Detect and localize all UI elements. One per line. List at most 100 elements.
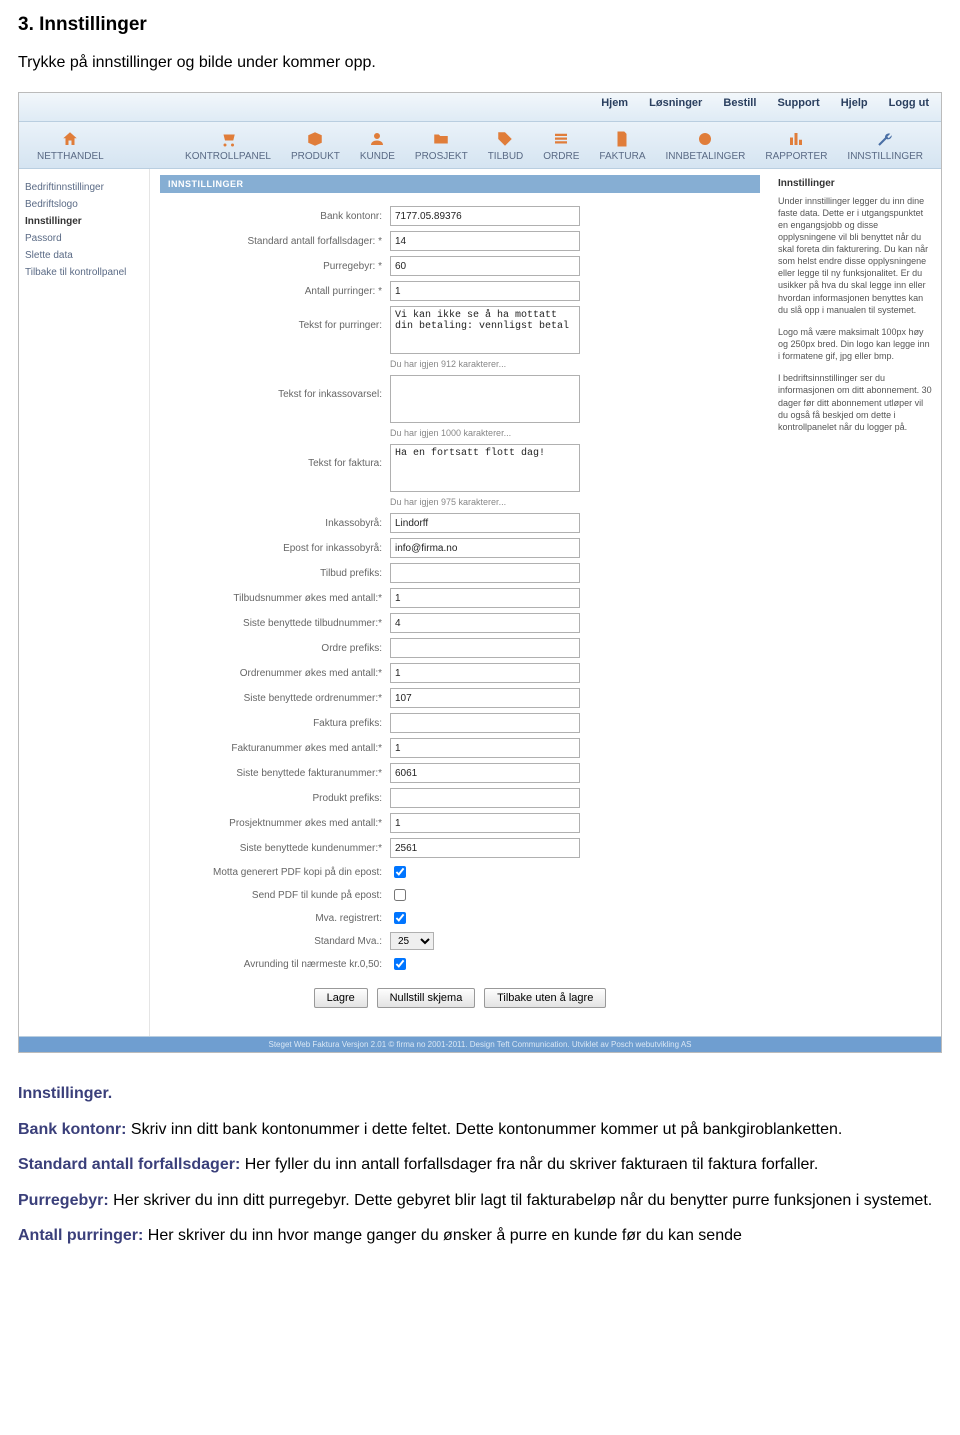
input-ordreprefiks[interactable] [390, 638, 580, 658]
lagre-button[interactable]: Lagre [314, 988, 368, 1008]
input-ordreokes[interactable] [390, 663, 580, 683]
document-icon [613, 130, 631, 148]
tilbake-button[interactable]: Tilbake uten å lagre [484, 988, 606, 1008]
center-panel: INNSTILLINGER Bank kontonr: Standard ant… [150, 169, 770, 1036]
topnav-support[interactable]: Support [777, 97, 819, 109]
nav-netthandel[interactable]: NETTHANDEL [27, 128, 114, 164]
topnav-losninger[interactable]: Løsninger [649, 97, 702, 109]
topnav-loggut[interactable]: Logg ut [889, 97, 929, 109]
input-produktprefiks[interactable] [390, 788, 580, 808]
app-screenshot: Hjem Løsninger Bestill Support Hjelp Log… [18, 92, 942, 1053]
input-tilbudokes[interactable] [390, 588, 580, 608]
hint-tekstfaktura: Du har igjen 975 karakterer... [390, 497, 748, 507]
label-avrunding: Avrunding til nærmeste kr.0,50: [172, 959, 390, 970]
checkbox-pdfkopi[interactable] [394, 866, 406, 878]
top-menu: Hjem Løsninger Bestill Support Hjelp Log… [19, 93, 941, 122]
sidebar-item-tilbake[interactable]: Tilbake til kontrollpanel [25, 264, 143, 281]
sidebar-item-innstillinger[interactable]: Innstillinger [25, 213, 143, 230]
nav-produkt[interactable]: PRODUKT [281, 128, 350, 164]
input-sistefaktura[interactable] [390, 763, 580, 783]
right-p1: Under innstillinger legger du inn dine f… [778, 195, 933, 316]
nav-tilbud[interactable]: TILBUD [478, 128, 534, 164]
nav-kunde[interactable]: KUNDE [350, 128, 405, 164]
tag-icon [496, 130, 514, 148]
label-stdmva: Standard Mva.: [172, 936, 390, 947]
nullstill-button[interactable]: Nullstill skjema [377, 988, 476, 1008]
input-prosjektokes[interactable] [390, 813, 580, 833]
label-mvareg: Mva. registrert: [172, 913, 390, 924]
input-tilbudprefiks[interactable] [390, 563, 580, 583]
label-produktprefiks: Produkt prefiks: [172, 793, 390, 804]
nav-label: FAKTURA [599, 151, 645, 162]
label-inkassovarsel: Tekst for inkassovarsel: [172, 375, 390, 400]
hint-tekstpurringer: Du har igjen 912 karakterer... [390, 359, 748, 369]
topnav-bestill[interactable]: Bestill [723, 97, 756, 109]
nav-ordre[interactable]: ORDRE [533, 128, 589, 164]
nav-label: PROSJEKT [415, 151, 468, 162]
label-prosjektokes: Prosjektnummer økes med antall:* [172, 818, 390, 829]
label-tekstfaktura: Tekst for faktura: [172, 444, 390, 469]
label-fakturaprefiks: Faktura prefiks: [172, 718, 390, 729]
sidebar-item-bedriftinnstillinger[interactable]: Bedriftinnstillinger [25, 179, 143, 196]
label-sistekunde: Siste benyttede kundenummer:* [172, 843, 390, 854]
label-tekstpurringer: Tekst for purringer: [172, 306, 390, 331]
checkbox-avrunding[interactable] [394, 958, 406, 970]
input-epostinkasso[interactable] [390, 538, 580, 558]
label-sistetilbud: Siste benyttede tilbudnummer:* [172, 618, 390, 629]
p5-text: Her skriver du inn hvor mange ganger du … [143, 1227, 742, 1244]
select-stdmva[interactable]: 25 [390, 932, 434, 950]
p2-text: Skriv inn ditt bank kontonummer i dette … [126, 1121, 842, 1138]
input-antallpurringer[interactable] [390, 281, 580, 301]
input-sistekunde[interactable] [390, 838, 580, 858]
sidebar-left: Bedriftinnstillinger Bedriftslogo Innsti… [19, 169, 150, 1036]
label-purregebyr: Purregebyr: * [172, 261, 390, 272]
topnav-hjelp[interactable]: Hjelp [841, 97, 868, 109]
sidebar-item-slettedata[interactable]: Slette data [25, 247, 143, 264]
input-purregebyr[interactable] [390, 256, 580, 276]
nav-innstillinger[interactable]: INNSTILLINGER [837, 128, 933, 164]
nav-label: KUNDE [360, 151, 395, 162]
p1-label: Innstillinger. [18, 1085, 112, 1102]
sidebar-item-bedriftslogo[interactable]: Bedriftslogo [25, 196, 143, 213]
nav-label: ORDRE [543, 151, 579, 162]
p2-label: Bank kontonr: [18, 1121, 126, 1138]
nav-rapporter[interactable]: RAPPORTER [755, 128, 837, 164]
right-title: Innstillinger [778, 177, 933, 191]
input-forfallsdager[interactable] [390, 231, 580, 251]
home-icon [61, 130, 79, 148]
input-sistetilbud[interactable] [390, 613, 580, 633]
nav-kontrollpanel[interactable]: KONTROLLPANEL [175, 128, 281, 164]
label-pdfkopi: Motta generert PDF kopi på din epost: [172, 867, 390, 878]
label-antallpurringer: Antall purringer: * [172, 286, 390, 297]
nav-prosjekt[interactable]: PROSJEKT [405, 128, 478, 164]
p4-text: Her skriver du inn ditt purregebyr. Dett… [109, 1192, 933, 1209]
nav-label: NETTHANDEL [37, 151, 104, 162]
textarea-inkassovarsel[interactable] [390, 375, 580, 423]
label-epostinkasso: Epost for inkassobyrå: [172, 543, 390, 554]
label-sisteordre: Siste benyttede ordrenummer:* [172, 693, 390, 704]
nav-label: RAPPORTER [765, 151, 827, 162]
input-sisteordre[interactable] [390, 688, 580, 708]
topnav-hjem[interactable]: Hjem [601, 97, 628, 109]
textarea-tekstpurringer[interactable]: Vi kan ikke se å ha mottatt din betaling… [390, 306, 580, 354]
input-fakturaokes[interactable] [390, 738, 580, 758]
input-inkassobyra[interactable] [390, 513, 580, 533]
nav-label: PRODUKT [291, 151, 340, 162]
nav-innbetalinger[interactable]: INNBETALINGER [656, 128, 756, 164]
doc-intro: Trykke på innstillinger og bilde under k… [18, 54, 942, 72]
label-ordreprefiks: Ordre prefiks: [172, 643, 390, 654]
textarea-tekstfaktura[interactable]: Ha en fortsatt flott dag! [390, 444, 580, 492]
sidebar-right: Innstillinger Under innstillinger legger… [770, 169, 941, 1036]
nav-faktura[interactable]: FAKTURA [589, 128, 655, 164]
cart-icon [219, 130, 237, 148]
label-tilbudprefiks: Tilbud prefiks: [172, 568, 390, 579]
nav-label: INNSTILLINGER [847, 151, 923, 162]
input-fakturaprefiks[interactable] [390, 713, 580, 733]
input-bankkontonr[interactable] [390, 206, 580, 226]
checkbox-sendpdf[interactable] [394, 889, 406, 901]
coins-icon [696, 130, 714, 148]
checkbox-mvareg[interactable] [394, 912, 406, 924]
label-inkassobyra: Inkassobyrå: [172, 518, 390, 529]
box-icon [306, 130, 324, 148]
sidebar-item-passord[interactable]: Passord [25, 230, 143, 247]
